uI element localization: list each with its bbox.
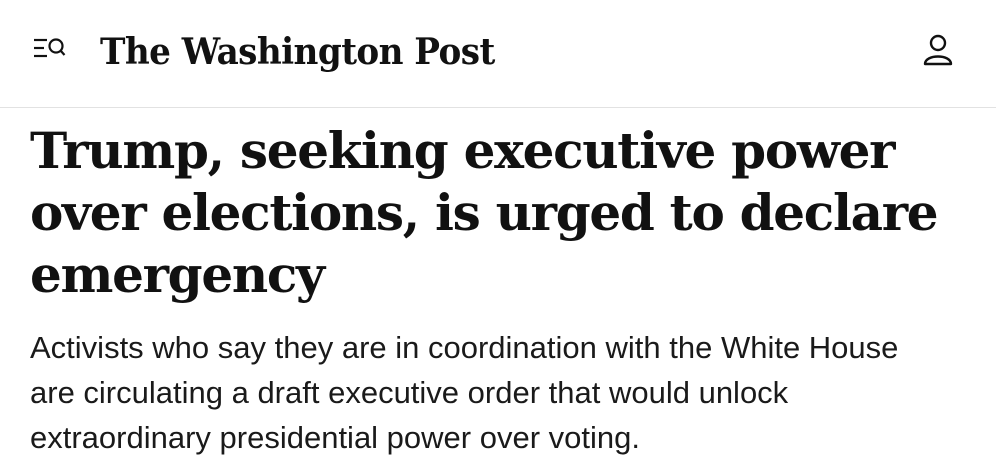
site-header: The Washington Post	[0, 0, 996, 108]
user-icon	[923, 34, 953, 66]
menu-search-button[interactable]	[33, 37, 67, 63]
menu-search-icon	[34, 38, 66, 58]
account-button[interactable]	[920, 32, 956, 68]
article-headline[interactable]: Trump, seeking executive power over elec…	[30, 120, 950, 306]
masthead-logo[interactable]: The Washington Post	[100, 26, 495, 78]
article-subhead: Activists who say they are in coordinati…	[30, 330, 899, 455]
